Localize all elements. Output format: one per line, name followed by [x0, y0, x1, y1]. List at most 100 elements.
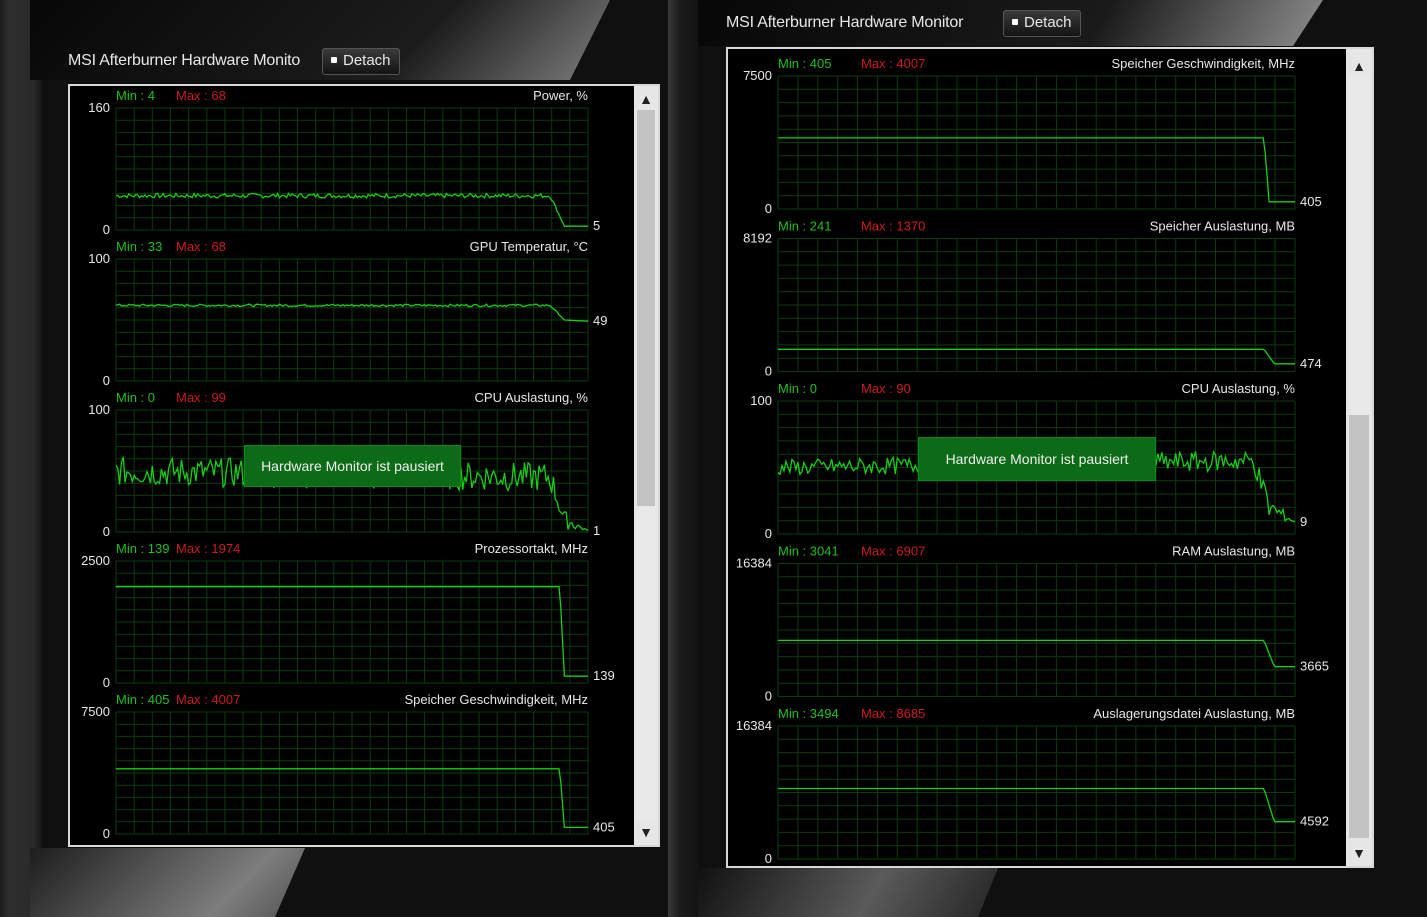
graph-0: Min : 4 Max : 68 Power, % 160 0 5 [88, 88, 600, 237]
max-label: Max : 8685 [861, 706, 925, 721]
scroll-thumb[interactable] [637, 110, 655, 506]
current-value: 405 [593, 819, 615, 834]
detach-icon [331, 57, 337, 63]
scroll-down-icon[interactable]: ▼ [634, 821, 658, 843]
min-label: Min : 405 [116, 692, 169, 707]
scroll-thumb[interactable] [1349, 415, 1369, 838]
scroll-down-icon[interactable]: ▼ [1346, 842, 1372, 864]
graph-grid [777, 563, 1296, 697]
max-label: Max : 1370 [861, 219, 925, 234]
axis-max-label: 100 [88, 251, 110, 266]
scrollbar[interactable]: ▲ ▼ [1346, 49, 1372, 866]
axis-min-label: 0 [103, 373, 110, 388]
axis-max-label: 16384 [736, 556, 772, 571]
graph-title: CPU Auslastung, % [1182, 381, 1296, 396]
window-edge-right [668, 0, 680, 917]
graph-title: Prozessortakt, MHz [475, 541, 588, 556]
window-edge-left [680, 0, 698, 917]
graph-title: GPU Temperatur, °C [470, 239, 588, 254]
current-value: 405 [1300, 194, 1322, 209]
window-title: MSI Afterburner Hardware Monitor [726, 14, 964, 31]
graph-title: RAM Auslastung, MB [1172, 544, 1295, 559]
axis-min-label: 0 [103, 675, 110, 690]
current-value: 49 [593, 313, 607, 328]
max-label: Max : 99 [176, 390, 226, 405]
detach-label: Detach [343, 52, 391, 69]
detach-icon [1012, 19, 1018, 25]
graph-grid [777, 238, 1296, 372]
window-right: MSI Afterburner Hardware Monitor Detach … [680, 0, 1427, 917]
graph-grid [115, 258, 589, 382]
graph-3: Min : 3041 Max : 6907 RAM Auslastung, MB 16… [736, 544, 1329, 704]
graph-grid [115, 711, 589, 835]
graph-title: Speicher Geschwindigkeit, MHz [1111, 56, 1295, 71]
graph-1: Min : 241 Max : 1370 Speicher Auslastung, … [743, 219, 1322, 379]
current-value: 4592 [1300, 814, 1329, 829]
graph-1: Min : 33 Max : 68 GPU Temperatur, °C 100 0 49 [88, 239, 607, 388]
min-label: Min : 4 [116, 88, 155, 103]
max-label: Max : 68 [176, 88, 226, 103]
max-label: Max : 4007 [861, 56, 925, 71]
window-title: MSI Afterburner Hardware Monito [68, 52, 301, 69]
axis-min-label: 0 [765, 851, 772, 866]
scroll-up-icon[interactable]: ▲ [634, 88, 658, 110]
axis-min-label: 0 [765, 364, 772, 379]
graph-title: Speicher Auslastung, MB [1150, 219, 1295, 234]
axis-min-label: 0 [765, 526, 772, 541]
graph-title: Power, % [533, 88, 588, 103]
graph-title: Speicher Geschwindigkeit, MHz [404, 692, 588, 707]
max-label: Max : 1974 [176, 541, 240, 556]
min-label: Min : 405 [778, 56, 831, 71]
gloss-footer [698, 868, 998, 917]
detach-button[interactable]: Detach [322, 48, 400, 75]
axis-max-label: 2500 [81, 553, 110, 568]
current-value: 9 [1300, 514, 1307, 529]
scrollbar[interactable]: ▲ ▼ [634, 86, 658, 845]
graph-3: Min : 139 Max : 1974 Prozessortakt, MHz 250… [81, 541, 615, 690]
min-label: Min : 33 [116, 239, 162, 254]
scroll-up-icon[interactable]: ▲ [1346, 55, 1372, 77]
axis-min-label: 0 [765, 201, 772, 216]
graph-grid [777, 725, 1296, 860]
graph-0: Min : 405 Max : 4007 Speicher Geschwindigk… [743, 56, 1322, 216]
axis-max-label: 100 [750, 393, 772, 408]
detach-label: Detach [1024, 14, 1072, 31]
axis-max-label: 16384 [736, 718, 772, 733]
graph-grid [115, 107, 589, 231]
current-value: 3665 [1300, 659, 1329, 674]
scroll-track[interactable] [636, 110, 656, 821]
graph-grid [777, 75, 1296, 210]
axis-max-label: 8192 [743, 231, 772, 246]
gloss-footer [30, 848, 305, 917]
axis-min-label: 0 [103, 222, 110, 237]
current-value: 1 [593, 523, 600, 538]
paused-banner: Hardware Monitor ist pausiert [244, 445, 461, 487]
current-value: 139 [593, 668, 615, 683]
current-value: 474 [1300, 356, 1322, 371]
graph-4: Min : 3494 Max : 8685 Auslagerungsdatei Au… [736, 706, 1329, 866]
graph-title: Auslagerungsdatei Auslastung, MB [1093, 706, 1295, 721]
axis-max-label: 7500 [743, 68, 772, 83]
min-label: Min : 0 [116, 390, 155, 405]
scroll-track[interactable] [1348, 77, 1370, 838]
axis-max-label: 7500 [81, 704, 110, 719]
window-left: MSI Afterburner Hardware Monito Detach M… [0, 0, 680, 917]
min-label: Min : 241 [778, 219, 831, 234]
window-edge-left [0, 0, 42, 917]
max-label: Max : 4007 [176, 692, 240, 707]
graph-grid [115, 560, 589, 684]
min-label: Min : 3041 [778, 544, 839, 559]
axis-min-label: 0 [103, 524, 110, 539]
axis-min-label: 0 [103, 826, 110, 841]
graph-title: CPU Auslastung, % [475, 390, 589, 405]
paused-banner: Hardware Monitor ist pausiert [918, 437, 1156, 481]
axis-max-label: 160 [88, 100, 110, 115]
max-label: Max : 6907 [861, 544, 925, 559]
axis-min-label: 0 [765, 689, 772, 704]
current-value: 5 [593, 218, 600, 233]
max-label: Max : 90 [861, 381, 911, 396]
min-label: Min : 139 [116, 541, 169, 556]
min-label: Min : 0 [778, 381, 817, 396]
detach-button[interactable]: Detach [1003, 10, 1081, 37]
axis-max-label: 100 [88, 402, 110, 417]
